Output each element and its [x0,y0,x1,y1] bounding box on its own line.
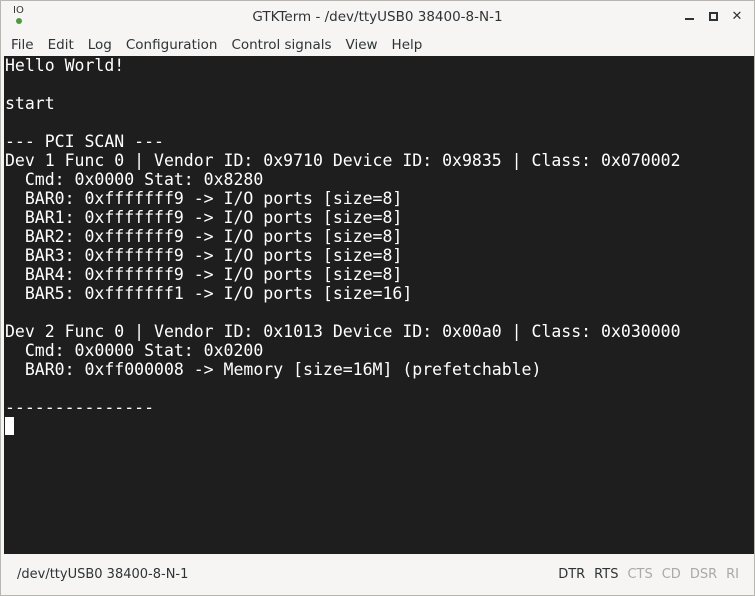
window-controls: ✕ [682,8,744,24]
terminal-cursor [5,417,14,435]
terminal-line: Dev 2 Func 0 | Vendor ID: 0x1013 Device … [5,322,681,341]
window-title: GTKTerm - /dev/ttyUSB0 38400-8-N-1 [252,9,503,25]
terminal-line: BAR0: 0xff000008 -> Memory [size=16M] (p… [5,360,542,379]
menu-control-signals[interactable]: Control signals [224,34,338,56]
terminal-line: --- PCI SCAN --- [5,132,164,151]
terminal-line: Cmd: 0x0000 Stat: 0x0200 [5,341,264,360]
terminal-line: BAR4: 0xfffffff9 -> I/O ports [size=8] [5,265,403,284]
port-info: /dev/ttyUSB0 38400-8-N-1 [17,567,189,582]
menu-view[interactable]: View [339,34,385,56]
terminal-line: BAR3: 0xfffffff9 -> I/O ports [size=8] [5,246,403,265]
signal-rts: RTS [594,567,619,582]
terminal-cursor-line [5,417,754,436]
terminal-line: BAR5: 0xfffffff1 -> I/O ports [size=16] [5,284,413,303]
menu-configuration[interactable]: Configuration [119,34,225,56]
menu-bar: File Edit Log Configuration Control sign… [1,33,754,56]
menu-help[interactable]: Help [385,34,430,56]
terminal-output[interactable]: Hello World! start --- PCI SCAN --- Dev 1 F… [4,56,754,554]
terminal-line: --------------- [5,398,155,417]
maximize-button[interactable] [706,8,720,24]
status-bar: /dev/ttyUSB0 38400-8-N-1 DTR RTS CTS CD DSR R… [1,554,754,595]
signal-cts: CTS [627,567,653,582]
gtkterm-window: IO GTKTerm - /dev/ttyUSB0 38400-8-N-1 ✕ … [0,0,755,596]
control-signals: DTR RTS CTS CD DSR RI [558,567,739,582]
signal-ri: RI [726,567,739,582]
title-bar[interactable]: IO GTKTerm - /dev/ttyUSB0 38400-8-N-1 ✕ [1,1,754,33]
terminal-line: BAR1: 0xfffffff9 -> I/O ports [size=8] [5,208,403,227]
menu-log[interactable]: Log [81,34,119,56]
terminal-line: Dev 1 Func 0 | Vendor ID: 0x9710 Device … [5,151,681,170]
signal-cd: CD [661,567,681,582]
minimize-button[interactable] [682,8,696,24]
maximize-icon [708,11,718,21]
menu-edit[interactable]: Edit [41,34,81,56]
terminal-line: BAR2: 0xfffffff9 -> I/O ports [size=8] [5,227,403,246]
terminal-line: start [5,94,55,113]
signal-dsr: DSR [689,567,718,582]
terminal-line: BAR0: 0xfffffff9 -> I/O ports [size=8] [5,189,403,208]
menu-file[interactable]: File [4,34,41,56]
terminal-line: Cmd: 0x0000 Stat: 0x8280 [5,170,264,189]
terminal-line: Hello World! [5,56,125,75]
minimize-icon [684,18,694,20]
close-button[interactable]: ✕ [730,8,744,24]
signal-dtr: DTR [558,567,586,582]
close-icon: ✕ [731,8,743,24]
